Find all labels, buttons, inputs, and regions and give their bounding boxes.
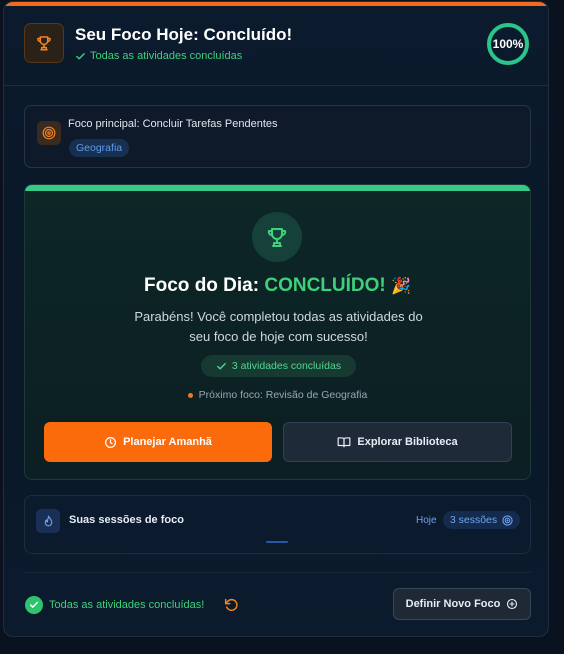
book-icon	[337, 437, 351, 448]
sessions-badge	[36, 509, 60, 533]
define-new-focus-button[interactable]: Definir Novo Foco	[393, 588, 531, 620]
activities-badge: 3 atividades concluídas	[201, 355, 356, 377]
completion-panel: Foco do Dia: CONCLUÍDO! 🎉 Parabéns! Você…	[24, 184, 531, 480]
flame-icon	[44, 515, 52, 526]
footer-status-text: Todas as atividades concluídas!	[49, 599, 205, 611]
completion-message: Parabéns! Você completou todas as ativid…	[134, 309, 423, 344]
explore-library-button[interactable]: Explorar Biblioteca	[283, 422, 512, 462]
main-focus-panel: Foco principal: Concluir Tarefas Pendent…	[24, 105, 531, 168]
completion-title-status: CONCLUÍDO!	[264, 275, 386, 296]
focus-badge	[37, 121, 61, 145]
target-icon	[502, 514, 513, 526]
sessions-today-label: Hoje	[416, 515, 437, 526]
header-subtitle: Todas as atividades concluídas	[75, 50, 242, 62]
header-divider	[4, 85, 548, 86]
trophy-icon	[37, 36, 51, 51]
party-popper-icon: 🎉	[391, 278, 411, 295]
completion-title-prefix: Foco do Dia:	[144, 275, 265, 296]
undo-icon[interactable]	[223, 597, 239, 613]
plus-circle-icon	[507, 598, 518, 610]
plan-tomorrow-button[interactable]: Planejar Amanhã	[44, 422, 272, 462]
completion-trophy-badge	[252, 212, 302, 262]
sessions-indicator	[266, 541, 288, 543]
completion-title: Foco do Dia: CONCLUÍDO! 🎉	[25, 275, 530, 297]
footer-divider	[24, 572, 531, 573]
completion-top-accent	[25, 185, 530, 191]
clock-icon	[105, 436, 117, 448]
check-icon	[76, 52, 85, 59]
explore-library-label: Explorar Biblioteca	[357, 436, 458, 448]
header-trophy-badge	[24, 23, 64, 63]
page-title: Seu Foco Hoje: Concluído!	[75, 25, 293, 44]
sessions-label: Suas sessões de foco	[69, 514, 184, 526]
card-top-accent	[4, 2, 548, 6]
target-icon	[42, 126, 56, 140]
next-focus-dot	[187, 392, 193, 398]
activities-badge-text: 3 atividades concluídas	[231, 360, 342, 372]
trophy-icon	[267, 228, 287, 247]
check-icon	[217, 362, 226, 369]
define-new-focus-label: Definir Novo Foco	[405, 598, 501, 610]
next-focus-text: Próximo foco: Revisão de Geografia	[198, 389, 368, 401]
sessions-count-text: 3 sessões	[449, 514, 498, 526]
focus-sessions-panel[interactable]: Suas sessões de foco Hoje 3 sessões	[24, 495, 531, 554]
sessions-count-badge: 3 sessões	[443, 511, 520, 529]
subject-tag[interactable]: Geografia	[69, 139, 130, 157]
main-focus-label: Foco principal: Concluir Tarefas Pendent…	[68, 118, 278, 130]
check-circle-icon	[25, 596, 43, 614]
progress-percent: 100%	[492, 37, 524, 51]
plan-tomorrow-label: Planejar Amanhã	[123, 436, 212, 448]
focus-card: Seu Foco Hoje: Concluído! Todas as ativi…	[3, 1, 549, 637]
next-focus: Próximo foco: Revisão de Geografia	[25, 389, 530, 401]
header-subtitle-text: Todas as atividades concluídas	[90, 50, 243, 62]
